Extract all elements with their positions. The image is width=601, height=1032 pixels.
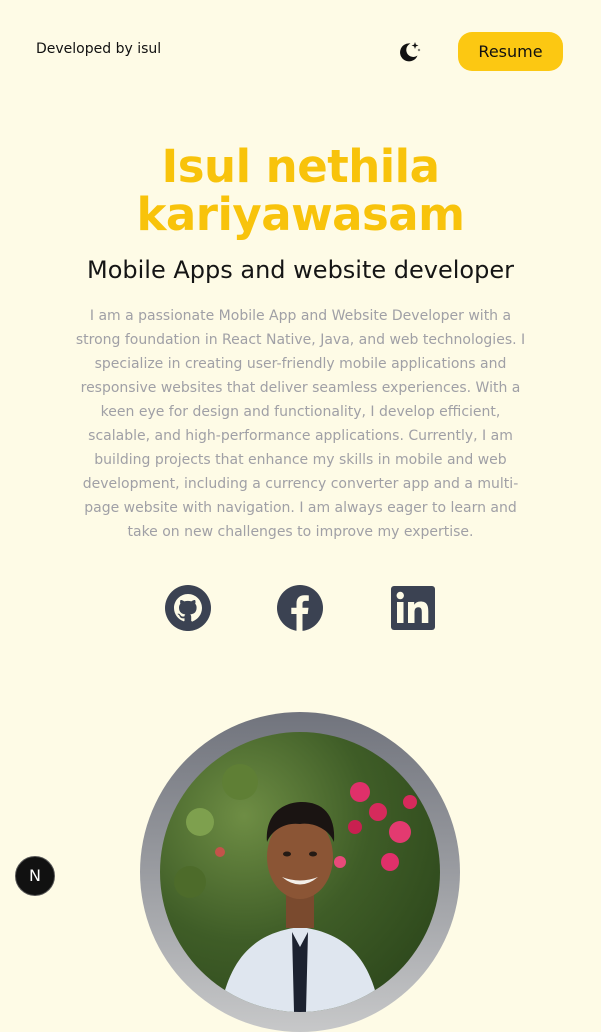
hero-role: Mobile Apps and website developer — [87, 256, 514, 284]
facebook-icon[interactable] — [276, 584, 324, 632]
moon-stars-icon[interactable] — [396, 39, 422, 65]
nextjs-icon[interactable]: N — [15, 856, 55, 896]
hero-name: Isul nethila kariyawasam — [0, 143, 601, 239]
site-header: Developed by isul Resume — [0, 0, 601, 100]
hero-name-line2: kariyawasam — [136, 188, 465, 241]
brand-text: Developed by isul — [36, 41, 162, 57]
linkedin-icon[interactable] — [389, 584, 437, 632]
profile-photo-frame — [140, 712, 460, 1032]
github-icon[interactable] — [164, 584, 212, 632]
hero-name-line1: Isul nethila — [161, 140, 440, 193]
resume-button[interactable]: Resume — [458, 32, 563, 71]
profile-photo — [160, 732, 440, 1012]
hero-bio: I am a passionate Mobile App and Website… — [75, 308, 526, 540]
